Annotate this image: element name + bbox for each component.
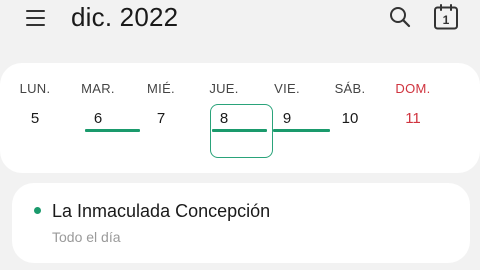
week-strip: LUN. 5 MAR. 6 MIÉ. 7 JUE. 8 VIE. 9 SÁB. … [0, 63, 480, 173]
event-color-dot [34, 207, 41, 214]
day-name: JUE. [209, 81, 239, 96]
day-number: 8 [219, 110, 229, 127]
calendar-today-icon[interactable]: 1 [433, 4, 459, 30]
day-name: VIE. [274, 81, 300, 96]
day-thu[interactable]: JUE. 8 [194, 63, 267, 173]
day-number: 5 [30, 110, 40, 127]
event-title: La Inmaculada Concepción [52, 201, 271, 221]
day-name: DOM. [395, 81, 431, 96]
top-bar: dic. 2022 1 [0, 0, 480, 40]
day-mon[interactable]: LUN. 5 [5, 63, 65, 173]
day-name: LUN. [19, 81, 51, 96]
day-name: MAR. [81, 81, 115, 96]
today-icon-number: 1 [443, 13, 450, 27]
day-sat[interactable]: SÁB. 10 [320, 63, 380, 173]
month-title[interactable]: dic. 2022 [71, 2, 178, 33]
day-number: 6 [93, 110, 103, 127]
day-number: 11 [405, 110, 421, 127]
day-number: 10 [341, 110, 359, 127]
day-sun[interactable]: DOM. 11 [383, 63, 443, 173]
day-number: 7 [156, 110, 166, 127]
event-card[interactable]: La Inmaculada Concepción Todo el día [12, 183, 470, 263]
event-time: Todo el día [52, 229, 121, 245]
day-name: MIÉ. [147, 81, 175, 96]
day-fri[interactable]: VIE. 9 [257, 63, 330, 173]
day-wed[interactable]: MIÉ. 7 [131, 63, 191, 173]
day-tue[interactable]: MAR. 6 [68, 63, 140, 173]
day-name: SÁB. [334, 81, 366, 96]
search-icon[interactable] [388, 5, 412, 29]
menu-icon[interactable] [26, 9, 46, 27]
day-number: 9 [282, 110, 292, 127]
